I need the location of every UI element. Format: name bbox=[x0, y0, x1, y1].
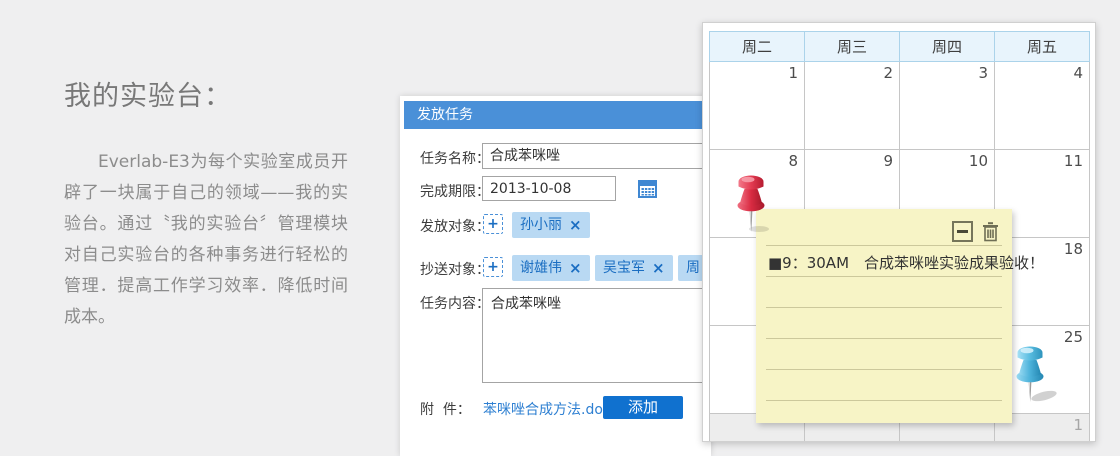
assign-label: 发放对象： bbox=[420, 219, 490, 235]
weekday-header: 周二 bbox=[709, 31, 805, 62]
page-title: 我的实验台： bbox=[64, 81, 232, 112]
cc-chip-label: 吴宝军 bbox=[603, 260, 645, 276]
calendar-header-row: 周二 周三 周四 周五 bbox=[709, 31, 1090, 62]
day-cell[interactable]: 4 bbox=[994, 61, 1090, 150]
task-content-textarea[interactable]: 合成苯咪唑 bbox=[482, 288, 710, 383]
sticky-note[interactable]: ■9：30AM 合成苯咪唑实验成果验收！ bbox=[756, 209, 1044, 423]
assignee-chip: 孙小丽 × bbox=[512, 212, 590, 238]
weekday-header: 周五 bbox=[994, 31, 1090, 62]
task-name-label: 任务名称： bbox=[420, 151, 490, 167]
day-cell[interactable]: 3 bbox=[899, 61, 995, 150]
cc-label: 抄送对象： bbox=[420, 262, 490, 278]
note-trash-icon[interactable] bbox=[982, 221, 999, 242]
note-rule-line bbox=[766, 245, 1002, 246]
add-cc-button[interactable]: + bbox=[483, 257, 503, 277]
day-cell[interactable]: 2 bbox=[804, 61, 900, 150]
note-rule-line bbox=[766, 338, 1002, 339]
attachment-label: 附 件： bbox=[420, 402, 471, 418]
note-rule-line bbox=[766, 276, 1002, 277]
red-pushpin-icon[interactable] bbox=[728, 170, 774, 236]
cc-chip: 吴宝军 × bbox=[595, 255, 673, 281]
note-rule-line bbox=[766, 307, 1002, 308]
note-event-text: ■9：30AM 合成苯咪唑实验成果验收！ bbox=[768, 254, 1045, 272]
deadline-label: 完成期限： bbox=[420, 184, 490, 200]
cc-chip: 谢雄伟 × bbox=[512, 255, 590, 281]
calendar-week-row: 1 2 3 4 bbox=[709, 61, 1090, 150]
calendar-picker-icon[interactable] bbox=[638, 179, 657, 198]
remove-cc-icon[interactable]: × bbox=[569, 255, 582, 281]
assignee-chip-label: 孙小丽 bbox=[520, 217, 562, 233]
day-cell[interactable]: 1 bbox=[709, 61, 805, 150]
content-label: 任务内容： bbox=[420, 296, 490, 312]
note-collapse-icon[interactable] bbox=[952, 221, 973, 242]
issue-task-dialog: 发放任务 任务名称： 合成苯咪唑 完成期限： 2013-10-08 发放对象： … bbox=[400, 96, 742, 456]
intro-paragraph: Everlab-E3为每个实验室成员开辟了一块属于自己的领域——我的实验台。通过… bbox=[64, 152, 348, 327]
deadline-input[interactable]: 2013-10-08 bbox=[482, 176, 616, 201]
weekday-header: 周三 bbox=[804, 31, 900, 62]
note-rule-line bbox=[766, 400, 1002, 401]
remove-assignee-icon[interactable]: × bbox=[569, 212, 582, 238]
add-attachment-button[interactable]: 添加 bbox=[603, 396, 683, 419]
weekday-header: 周四 bbox=[899, 31, 995, 62]
cc-chip-label: 谢雄伟 bbox=[520, 260, 562, 276]
add-assignee-button[interactable]: + bbox=[483, 214, 503, 234]
attachment-file-link[interactable]: 苯咪唑合成方法.docx bbox=[483, 399, 619, 419]
intro-section: 我的实验台： Everlab-E3为每个实验室成员开辟了一块属于自己的领域——我… bbox=[64, 74, 348, 333]
task-name-input[interactable]: 合成苯咪唑 bbox=[482, 143, 704, 169]
dialog-title: 发放任务 bbox=[404, 101, 707, 129]
blue-pushpin-icon[interactable] bbox=[1008, 342, 1060, 406]
remove-cc-icon[interactable]: × bbox=[652, 255, 665, 281]
note-rule-line bbox=[766, 369, 1002, 370]
